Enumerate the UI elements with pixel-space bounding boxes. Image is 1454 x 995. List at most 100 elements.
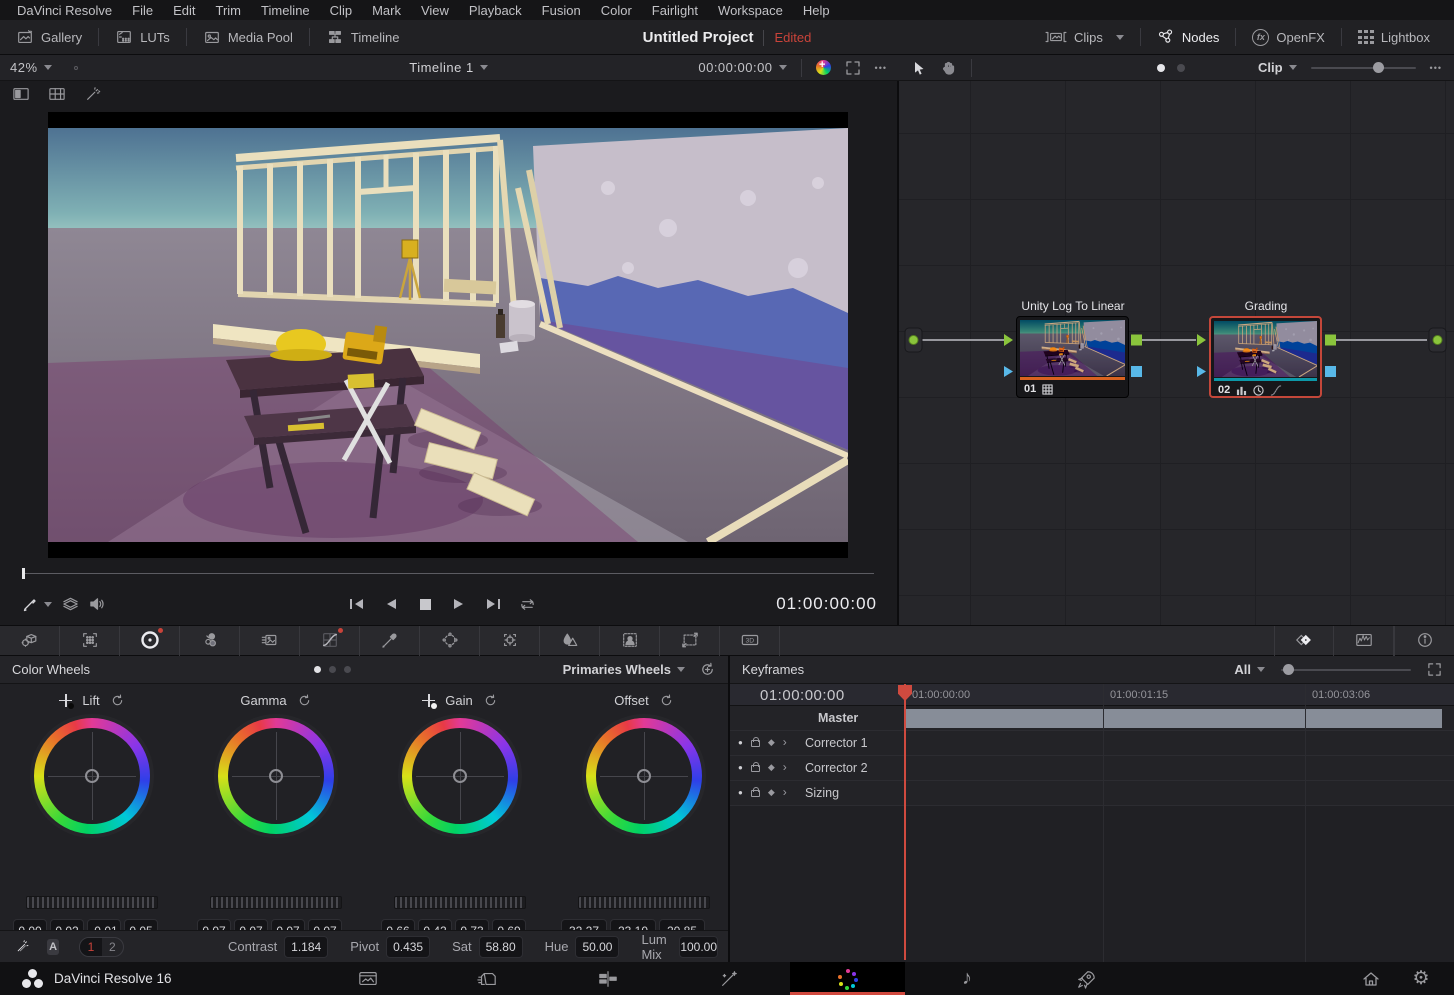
- grid-view-icon[interactable]: [48, 86, 66, 102]
- auto-balance-button[interactable]: A: [47, 939, 59, 955]
- keyframe-diamond-icon[interactable]: ◆: [768, 762, 775, 773]
- image-enhance-icon[interactable]: [816, 60, 831, 75]
- wheels-page-dot-3[interactable]: [344, 666, 351, 673]
- offset-color-wheel[interactable]: [586, 718, 702, 834]
- slider-knob[interactable]: [1373, 62, 1384, 73]
- viewer-timecode-selector[interactable]: 00:00:00:00: [698, 60, 786, 75]
- menu-fairlight[interactable]: Fairlight: [643, 3, 707, 18]
- node-02[interactable]: 02: [1209, 316, 1322, 398]
- pan-hand-icon[interactable]: [941, 60, 957, 76]
- menu-view[interactable]: View: [412, 3, 458, 18]
- node-graph-canvas[interactable]: Unity Log To Linear 01 Grading 02: [899, 81, 1454, 625]
- node-zoom-slider[interactable]: [1311, 67, 1416, 69]
- menu-mark[interactable]: Mark: [363, 3, 410, 18]
- curves-button[interactable]: [300, 625, 360, 656]
- wheel-indicator[interactable]: [85, 769, 99, 783]
- track-row-corrector2[interactable]: ● ◆ › Corrector 2: [730, 756, 1454, 781]
- menu-help[interactable]: Help: [794, 3, 839, 18]
- gain-picker-icon[interactable]: [422, 694, 435, 707]
- track-enable-icon[interactable]: ●: [738, 763, 743, 772]
- pointer-tool-icon[interactable]: [911, 60, 927, 76]
- lightbox-button[interactable]: Lightbox: [1342, 30, 1454, 45]
- luts-button[interactable]: LUTs: [99, 20, 186, 54]
- viewer-scrubber[interactable]: [8, 565, 888, 581]
- camera-raw-button[interactable]: [0, 625, 60, 656]
- step-back-button[interactable]: [374, 591, 408, 617]
- power-window-button[interactable]: [420, 625, 480, 656]
- cut-page-button[interactable]: [459, 962, 515, 995]
- track-enable-icon[interactable]: ●: [738, 738, 743, 747]
- hue-value[interactable]: 50.00: [575, 936, 619, 958]
- gain-master-wheel[interactable]: [394, 896, 526, 909]
- keyframe-diamond-icon[interactable]: ◆: [768, 787, 775, 798]
- expand-track-icon[interactable]: ›: [783, 785, 787, 799]
- auto-color-wand-icon[interactable]: [16, 938, 29, 955]
- lock-icon[interactable]: [751, 765, 760, 772]
- timeline-selector[interactable]: Timeline 1: [409, 60, 473, 75]
- scrubber-track[interactable]: [22, 573, 874, 574]
- sat-value[interactable]: 58.80: [479, 936, 523, 958]
- blur-button[interactable]: [540, 625, 600, 656]
- split-screen-icon[interactable]: [12, 86, 30, 102]
- expand-track-icon[interactable]: ›: [783, 735, 787, 749]
- motion-effects-button[interactable]: [240, 625, 300, 656]
- menu-timeline[interactable]: Timeline: [252, 3, 319, 18]
- track-row-sizing[interactable]: ● ◆ › Sizing: [730, 781, 1454, 806]
- clips-button[interactable]: Clips: [1029, 28, 1140, 46]
- info-button[interactable]: [1394, 625, 1454, 656]
- scrubber-playhead[interactable]: [22, 568, 25, 579]
- wipe-modes-icon[interactable]: [62, 596, 79, 612]
- gallery-button[interactable]: Gallery: [0, 20, 98, 54]
- gamma-master-wheel[interactable]: [210, 896, 342, 909]
- edit-page-button[interactable]: [580, 962, 636, 995]
- lum-mix-value[interactable]: 100.00: [679, 936, 718, 958]
- menu-fusion[interactable]: Fusion: [533, 3, 590, 18]
- lift-color-wheel[interactable]: [34, 718, 150, 834]
- lift-picker-icon[interactable]: [59, 694, 72, 707]
- go-to-end-button[interactable]: [476, 591, 510, 617]
- slider-knob[interactable]: [1283, 664, 1294, 675]
- track-enable-icon[interactable]: ●: [738, 788, 743, 797]
- grab-still-icon[interactable]: [22, 596, 38, 612]
- wheel-indicator[interactable]: [637, 769, 651, 783]
- stereo-3d-button[interactable]: 3D: [720, 625, 780, 656]
- lock-icon[interactable]: [751, 740, 760, 747]
- key-button[interactable]: [600, 625, 660, 656]
- wheel-tab-1[interactable]: 1: [80, 938, 101, 956]
- gamma-color-wheel[interactable]: [218, 718, 334, 834]
- gain-color-wheel[interactable]: [402, 718, 518, 834]
- reset-gamma-icon[interactable]: [297, 693, 312, 708]
- openfx-button[interactable]: fx OpenFX: [1236, 29, 1340, 46]
- wheel-tab-2[interactable]: 2: [102, 938, 123, 956]
- contrast-value[interactable]: 1.184: [284, 936, 328, 958]
- scopes-button[interactable]: [1334, 625, 1394, 656]
- wheels-page-dot-2[interactable]: [329, 666, 336, 673]
- keyframes-playhead[interactable]: [904, 684, 906, 960]
- timeline-button[interactable]: Timeline: [310, 20, 416, 54]
- menu-playback[interactable]: Playback: [460, 3, 531, 18]
- expand-track-icon[interactable]: ›: [783, 760, 787, 774]
- lift-master-wheel[interactable]: [26, 896, 158, 909]
- wheels-mode-selector[interactable]: Primaries Wheels: [563, 662, 685, 677]
- chevron-down-icon[interactable]: [44, 602, 52, 607]
- project-settings-button[interactable]: ⚙: [1396, 962, 1446, 995]
- wheel-indicator[interactable]: [453, 769, 467, 783]
- project-manager-button[interactable]: [1346, 962, 1396, 995]
- color-page-button[interactable]: [790, 962, 905, 995]
- master-track-bar[interactable]: [905, 709, 1442, 728]
- node-01[interactable]: 01: [1016, 316, 1129, 398]
- menu-app[interactable]: DaVinci Resolve: [8, 3, 121, 18]
- nodes-button[interactable]: Nodes: [1141, 28, 1236, 46]
- qualifier-button[interactable]: [360, 625, 420, 656]
- rgb-mixer-button[interactable]: [180, 625, 240, 656]
- keyframes-palette-button[interactable]: [1274, 625, 1334, 656]
- fairlight-page-button[interactable]: ♪: [939, 962, 995, 995]
- color-wheels-button[interactable]: [120, 625, 180, 656]
- lock-icon[interactable]: [751, 790, 760, 797]
- node-mode-selector[interactable]: Clip: [1258, 60, 1297, 75]
- menu-clip[interactable]: Clip: [321, 3, 361, 18]
- wheel-indicator[interactable]: [269, 769, 283, 783]
- fusion-page-button[interactable]: [701, 962, 757, 995]
- reset-all-icon[interactable]: [699, 661, 716, 678]
- menu-edit[interactable]: Edit: [164, 3, 204, 18]
